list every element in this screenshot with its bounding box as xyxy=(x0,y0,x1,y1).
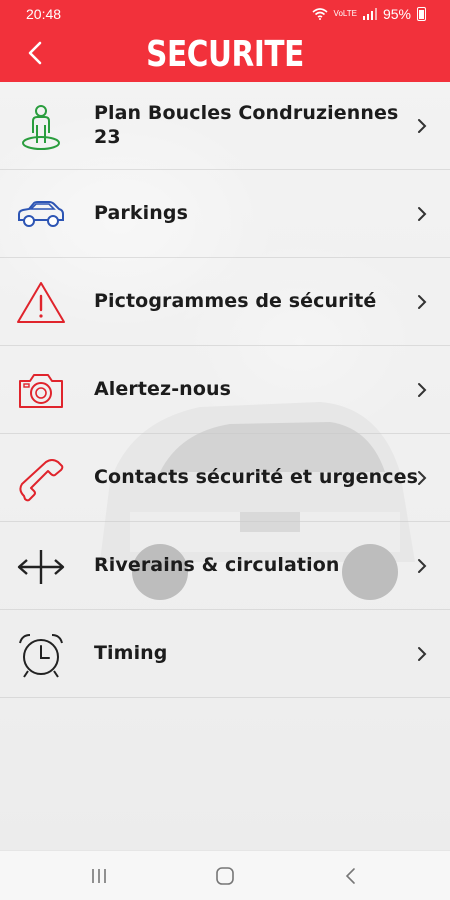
chevron-right-icon xyxy=(418,207,427,221)
menu-item-plan[interactable]: Plan Boucles Condruziennes 23 xyxy=(0,82,450,170)
system-navigation-bar xyxy=(0,850,450,900)
security-menu-list: Plan Boucles Condruziennes 23 Parkings P… xyxy=(0,82,450,698)
home-icon[interactable] xyxy=(212,865,238,887)
page-title: SECURITE xyxy=(146,34,304,75)
menu-item-label: Plan Boucles Condruziennes 23 xyxy=(94,102,399,148)
menu-item-timing[interactable]: Timing xyxy=(0,610,450,698)
nav-back-icon[interactable] xyxy=(338,865,364,887)
app-header: 20:48 VoLTE 95% SECURITE xyxy=(0,0,450,82)
battery-percent: 95% xyxy=(382,6,411,22)
recent-apps-icon[interactable] xyxy=(86,865,112,887)
chevron-right-icon xyxy=(418,295,427,309)
menu-item-riverains[interactable]: Riverains & circulation xyxy=(0,522,450,610)
menu-item-label: Parkings xyxy=(94,202,188,225)
menu-item-label: Contacts sécurité et urgences xyxy=(94,466,418,489)
person-on-map-icon xyxy=(14,102,68,152)
status-bar: 20:48 VoLTE 95% xyxy=(0,0,450,30)
menu-item-pictogrammes[interactable]: Pictogrammes de sécurité xyxy=(0,258,450,346)
menu-item-alertez-nous[interactable]: Alertez-nous xyxy=(0,346,450,434)
menu-item-label: Timing xyxy=(94,642,168,665)
camera-icon xyxy=(14,366,68,416)
menu-item-label: Alertez-nous xyxy=(94,378,232,401)
network-type-label: VoLTE xyxy=(333,9,357,18)
chevron-right-icon xyxy=(418,647,427,661)
crossroads-arrows-icon xyxy=(14,542,68,592)
car-icon xyxy=(14,190,68,240)
menu-item-label: Riverains & circulation xyxy=(94,554,340,577)
chevron-right-icon xyxy=(418,119,427,133)
wifi-icon xyxy=(312,8,328,20)
menu-item-label: Pictogrammes de sécurité xyxy=(94,290,377,313)
chevron-right-icon xyxy=(418,559,427,573)
status-icons: VoLTE 95% xyxy=(312,6,426,22)
alarm-clock-icon xyxy=(14,630,68,680)
menu-item-contacts[interactable]: Contacts sécurité et urgences xyxy=(0,434,450,522)
menu-item-parkings[interactable]: Parkings xyxy=(0,170,450,258)
chevron-right-icon xyxy=(418,471,427,485)
battery-icon xyxy=(417,7,426,21)
chevron-right-icon xyxy=(418,383,427,397)
signal-icon xyxy=(362,8,377,20)
warning-triangle-icon xyxy=(14,278,68,328)
status-time: 20:48 xyxy=(26,6,62,22)
phone-icon xyxy=(14,454,68,504)
